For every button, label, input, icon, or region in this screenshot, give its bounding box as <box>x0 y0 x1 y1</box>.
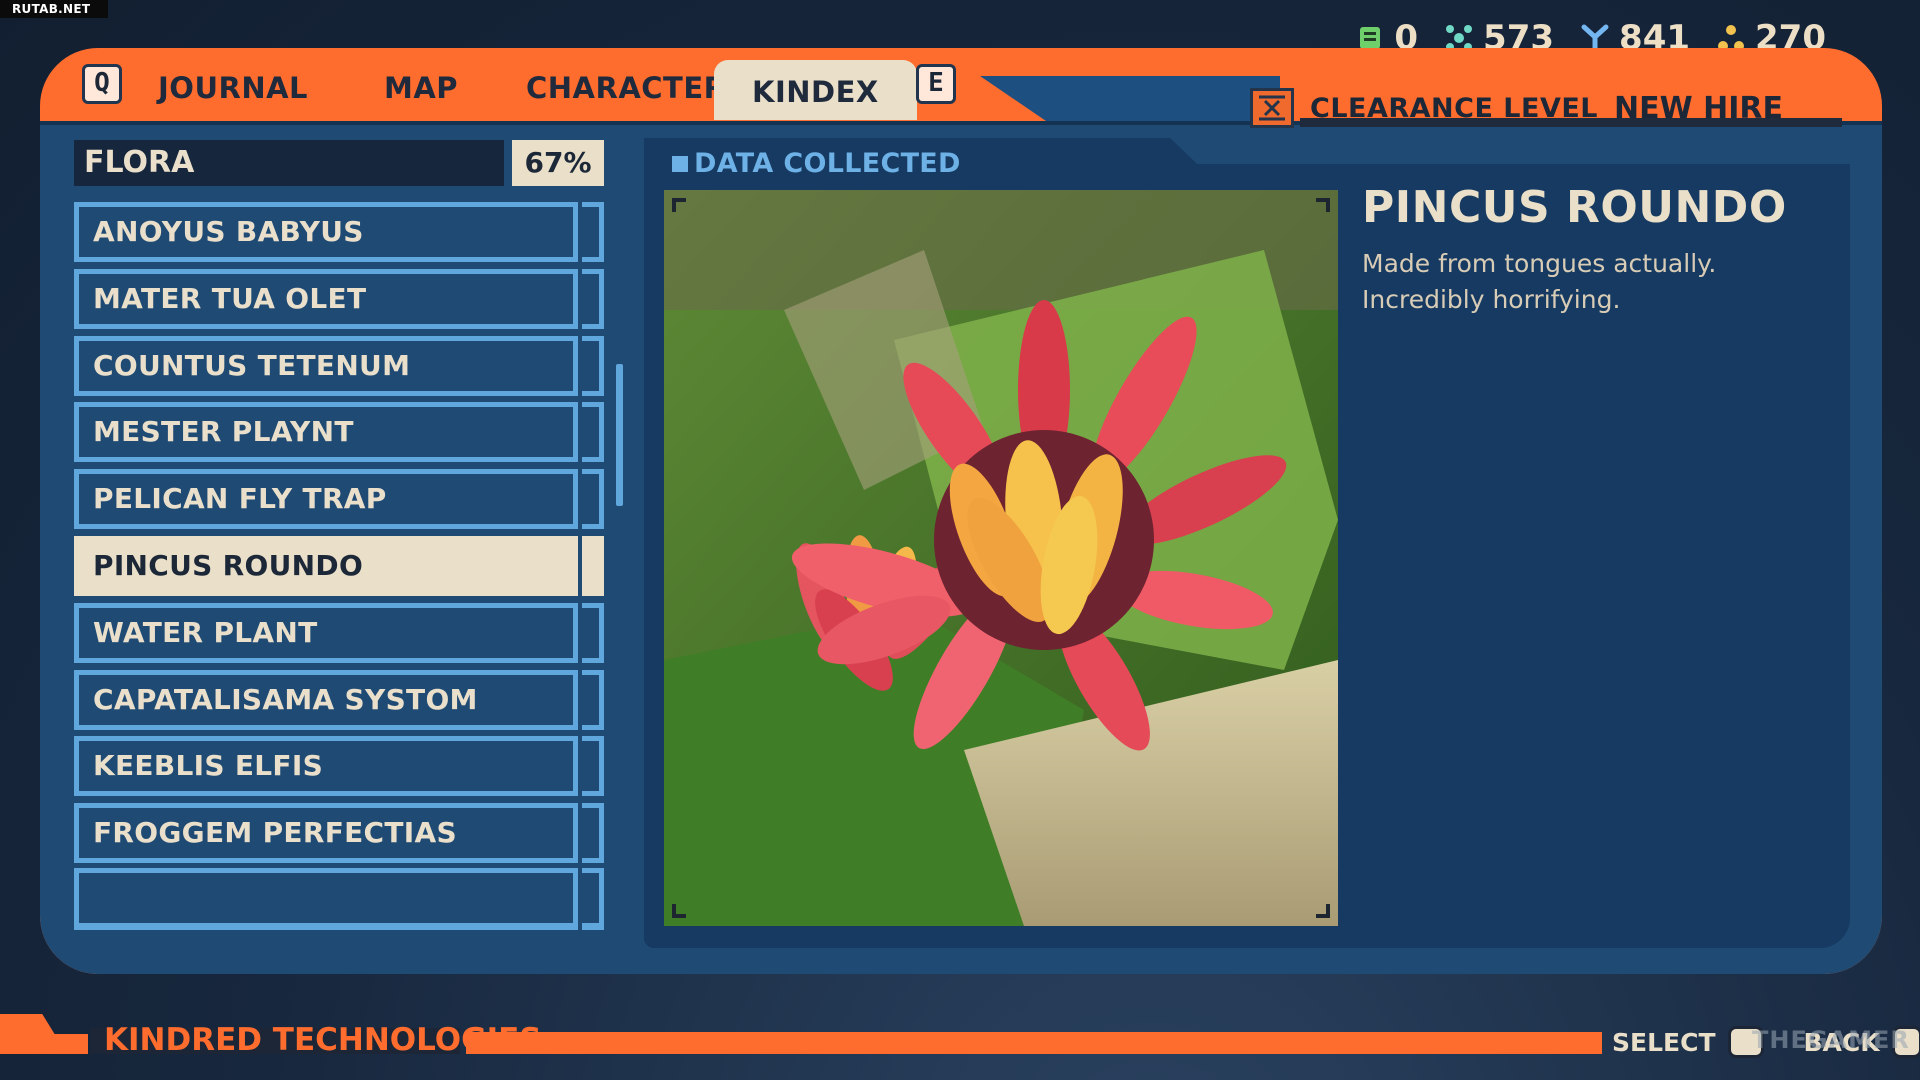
list-item-partial[interactable] <box>74 868 604 928</box>
list-item-label: WATER PLANT <box>74 602 578 663</box>
specimen-image <box>664 190 1338 926</box>
frame-corner-icon <box>672 904 686 918</box>
list-item[interactable]: FROGGEM PERFECTIAS <box>74 803 604 864</box>
list-item[interactable]: KEEBLIS ELFIS <box>74 736 604 797</box>
list-item-cap <box>582 335 604 396</box>
list-item-cap <box>582 736 604 797</box>
footer-line <box>466 1032 1602 1054</box>
plant-illustration <box>664 190 1338 926</box>
tab-character[interactable]: CHARACTER <box>526 62 726 114</box>
list-item-cap <box>582 669 604 730</box>
frame-corner-icon <box>1316 198 1330 212</box>
list-item[interactable]: MESTER PLAYNT <box>74 402 604 463</box>
tab-map[interactable]: MAP <box>384 62 458 114</box>
description-line: Incredibly horrifying. <box>1362 285 1621 314</box>
list-item-label: ANOYUS BABYUS <box>74 202 578 262</box>
list-item-cap <box>582 536 604 596</box>
list-item-label: COUNTUS TETENUM <box>74 335 578 396</box>
status-square-icon <box>672 155 688 172</box>
next-tab-key[interactable]: E <box>916 64 956 104</box>
status-label: DATA COLLECTED <box>694 148 961 179</box>
badge-icon <box>1250 88 1294 128</box>
clearance-underline <box>1300 118 1842 127</box>
entry-description: Made from tongues actually. Incredibly h… <box>1362 246 1822 318</box>
list-item-label: FROGGEM PERFECTIAS <box>74 803 578 864</box>
kindex-list: FLORA 67% ANOYUS BABYUS MATER TUA OLET COU… <box>74 140 604 948</box>
prev-tab-key[interactable]: Q <box>82 64 122 104</box>
data-collected-status: DATA COLLECTED <box>672 148 961 179</box>
category-percent: 67% <box>512 140 604 186</box>
list-item-cap <box>582 803 604 864</box>
list-item-cap <box>582 402 604 463</box>
list-item-cap <box>582 268 604 329</box>
watermark-label: RUTAB.NET <box>0 0 108 18</box>
select-label[interactable]: SELECT <box>1612 1028 1716 1057</box>
list-item-cap <box>582 602 604 663</box>
frame-corner-icon <box>672 198 686 212</box>
list-item-cap <box>582 469 604 530</box>
tab-journal[interactable]: JOURNAL <box>158 62 308 114</box>
list-item-label: PELICAN FLY TRAP <box>74 469 578 530</box>
list-item[interactable]: WATER PLANT <box>74 602 604 663</box>
list-item[interactable]: ANOYUS BABYUS <box>74 202 604 262</box>
category-name: FLORA <box>74 140 504 186</box>
list-item-label: MESTER PLAYNT <box>74 402 578 463</box>
frame-corner-icon <box>1316 904 1330 918</box>
list-item[interactable]: MATER TUA OLET <box>74 268 604 329</box>
list-item[interactable]: PELICAN FLY TRAP <box>74 469 604 530</box>
detail-panel-header <box>1170 138 1850 164</box>
category-header: FLORA 67% <box>74 140 604 186</box>
description-line: Made from tongues actually. <box>1362 249 1717 278</box>
tab-kindex[interactable]: KINDEX <box>714 60 917 120</box>
list-item-cap <box>582 202 604 262</box>
list-scrollbar[interactable] <box>616 364 623 506</box>
list-item-selected[interactable]: PINCUS ROUNDO <box>74 536 604 596</box>
list-item[interactable]: CAPATALISAMA SYSTOM <box>74 669 604 730</box>
list-item-label: MATER TUA OLET <box>74 268 578 329</box>
list-item-label: PINCUS ROUNDO <box>74 536 578 596</box>
list-item[interactable]: COUNTUS TETENUM <box>74 335 604 396</box>
list-item-label: KEEBLIS ELFIS <box>74 736 578 797</box>
entry-title: PINCUS ROUNDO <box>1362 182 1787 233</box>
list-item-label: CAPATALISAMA SYSTOM <box>74 669 578 730</box>
watermark-bottom: THEGAMER <box>1752 1026 1910 1054</box>
